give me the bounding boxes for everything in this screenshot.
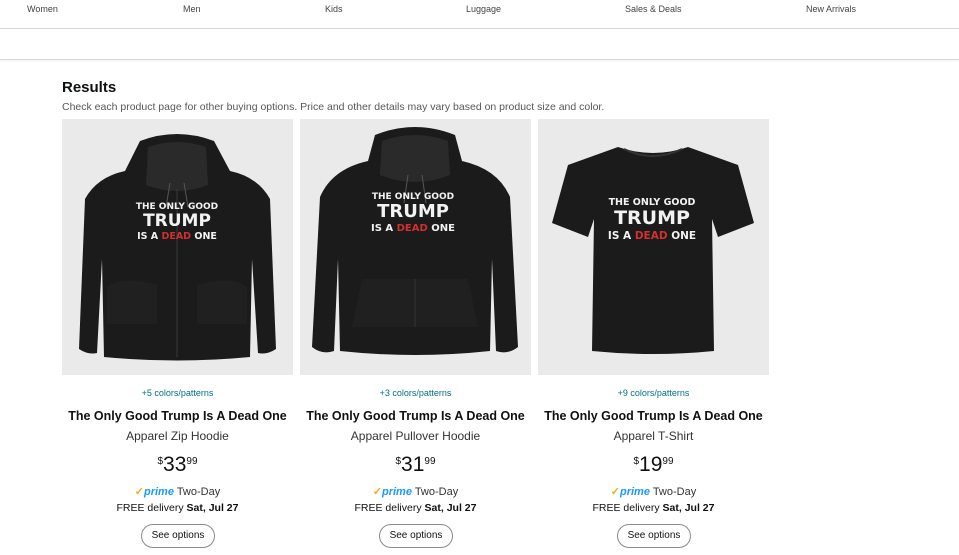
prime-logo: prime: [619, 486, 650, 498]
t-shirt-graphic: THE ONLY GOOD TRUMP IS A DEAD ONE: [552, 147, 754, 354]
product-title[interactable]: The Only Good Trump Is A Dead One: [62, 409, 293, 423]
zip-hoodie-graphic: THE ONLY GOOD TRUMP IS A DEAD ONE: [79, 134, 276, 361]
prime-logo: prime: [381, 486, 412, 498]
price-whole: 31: [401, 453, 425, 476]
price-symbol: $: [395, 456, 402, 467]
price-fraction: 99: [424, 456, 436, 467]
prime-check-icon: ✓: [372, 486, 382, 498]
category-nav: Women Men Kids Luggage Sales & Deals New…: [0, 0, 959, 29]
price-symbol: $: [157, 456, 164, 467]
delivery-info: FREE delivery Sat, Jul 27: [116, 502, 239, 514]
price-fraction: 99: [662, 456, 674, 467]
color-options-link[interactable]: +9 colors/patterns: [538, 388, 769, 398]
print-line-3: IS A DEAD ONE: [137, 231, 217, 242]
sub-navigation-bar: [0, 29, 959, 60]
nav-item-women[interactable]: Women: [27, 4, 58, 14]
nav-item-luggage[interactable]: Luggage: [466, 4, 501, 14]
product-price: $3399: [62, 453, 293, 477]
prime-check-icon: ✓: [610, 486, 620, 498]
product-title[interactable]: The Only Good Trump Is A Dead One: [300, 409, 531, 423]
prime-speed: Two-Day: [176, 486, 221, 498]
delivery-date: Sat, Jul 27: [186, 502, 239, 514]
results-heading: Results: [62, 79, 117, 96]
product-card: THE ONLY GOOD TRUMP IS A DEAD ONE +3 col…: [300, 119, 531, 555]
product-card: THE ONLY GOOD TRUMP IS A DEAD ONE +9 col…: [538, 119, 769, 555]
nav-item-new-arrivals[interactable]: New Arrivals: [806, 4, 856, 14]
product-image[interactable]: THE ONLY GOOD TRUMP IS A DEAD ONE: [538, 119, 769, 375]
delivery-date: Sat, Jul 27: [424, 502, 477, 514]
color-options-link[interactable]: +3 colors/patterns: [300, 388, 531, 398]
product-price: $3199: [300, 453, 531, 477]
nav-item-sales-deals[interactable]: Sales & Deals: [625, 4, 682, 14]
product-price: $1999: [538, 453, 769, 477]
product-image[interactable]: THE ONLY GOOD TRUMP IS A DEAD ONE: [300, 119, 531, 375]
product-title[interactable]: The Only Good Trump Is A Dead One: [538, 409, 769, 423]
nav-item-kids[interactable]: Kids: [325, 4, 343, 14]
prime-badge: ✓prime Two-Day: [300, 485, 531, 498]
prime-badge: ✓prime Two-Day: [538, 485, 769, 498]
product-subtitle: Apparel Zip Hoodie: [126, 429, 229, 443]
delivery-date: Sat, Jul 27: [662, 502, 715, 514]
see-options-button[interactable]: See options: [379, 524, 453, 548]
product-image[interactable]: THE ONLY GOOD TRUMP IS A DEAD ONE: [62, 119, 293, 375]
prime-speed: Two-Day: [652, 486, 697, 498]
delivery-info: FREE delivery Sat, Jul 27: [354, 502, 477, 514]
print-line-2: TRUMP: [614, 207, 690, 229]
product-subtitle: Apparel T-Shirt: [613, 429, 694, 443]
price-whole: 19: [639, 453, 663, 476]
prime-speed: Two-Day: [414, 486, 459, 498]
prime-logo: prime: [143, 486, 174, 498]
prime-badge: ✓prime Two-Day: [62, 485, 293, 498]
results-disclaimer: Check each product page for other buying…: [62, 101, 605, 113]
print-line-3: IS A DEAD ONE: [371, 223, 455, 234]
see-options-button[interactable]: See options: [617, 524, 691, 548]
price-fraction: 99: [186, 456, 198, 467]
nav-item-men[interactable]: Men: [183, 4, 201, 14]
print-line-2: TRUMP: [143, 211, 211, 231]
prime-check-icon: ✓: [134, 486, 144, 498]
print-line-2: TRUMP: [377, 201, 449, 222]
color-options-link[interactable]: +5 colors/patterns: [62, 388, 293, 398]
print-line-3: IS A DEAD ONE: [608, 230, 696, 242]
product-card: THE ONLY GOOD TRUMP IS A DEAD ONE +5 col…: [62, 119, 293, 555]
see-options-button[interactable]: See options: [141, 524, 215, 548]
price-whole: 33: [163, 453, 187, 476]
product-subtitle: Apparel Pullover Hoodie: [350, 429, 481, 443]
price-symbol: $: [633, 456, 640, 467]
pullover-hoodie-graphic: THE ONLY GOOD TRUMP IS A DEAD ONE: [312, 127, 518, 355]
delivery-info: FREE delivery Sat, Jul 27: [592, 502, 715, 514]
